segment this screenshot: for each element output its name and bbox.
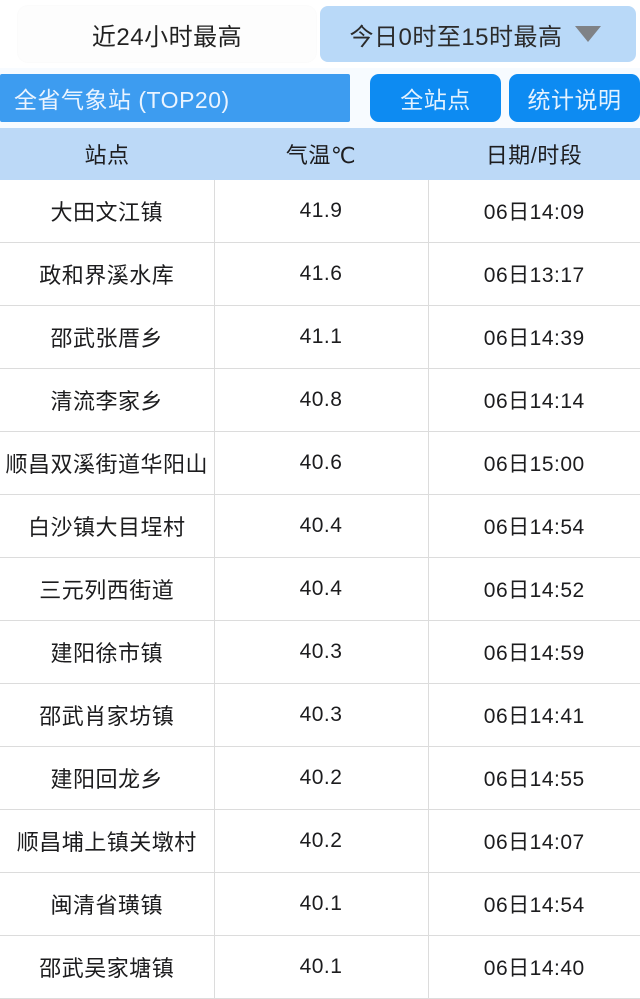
cell-datetime: 06日14:55: [428, 746, 640, 810]
cell-temperature: 41.6: [214, 242, 429, 306]
cell-station: 建阳回龙乡: [0, 746, 215, 810]
cell-temperature: 41.1: [214, 305, 429, 369]
table-row[interactable]: 建阳回龙乡 40.2 06日14:55: [0, 746, 640, 810]
tab-today-0-to-15-label: 今日0时至15时最高: [349, 23, 563, 51]
table-row[interactable]: 建阳徐市镇 40.3 06日14:59: [0, 620, 640, 684]
table-header-row: 站点 气温℃ 日期/时段: [0, 128, 640, 180]
table-row[interactable]: 闽清省璜镇 40.1 06日14:54: [0, 872, 640, 936]
tab-last-24h[interactable]: 近24小时最高: [18, 6, 316, 62]
all-stations-button[interactable]: 全站点: [370, 74, 501, 122]
cell-datetime: 06日14:54: [428, 494, 640, 558]
cell-station: 三元列西街道: [0, 557, 215, 621]
province-stations-title[interactable]: 全省气象站 (TOP20): [0, 74, 350, 122]
cell-datetime: 06日14:40: [428, 935, 640, 999]
table-row[interactable]: 邵武张厝乡 41.1 06日14:39: [0, 305, 640, 369]
cell-datetime: 06日14:07: [428, 809, 640, 873]
table-row[interactable]: 政和界溪水库 41.6 06日13:17: [0, 242, 640, 306]
table-body: 大田文江镇 41.9 06日14:09 政和界溪水库 41.6 06日13:17 邵武张厝乡…: [0, 180, 640, 999]
cell-datetime: 06日14:09: [428, 180, 640, 243]
cell-temperature: 40.4: [214, 557, 429, 621]
chevron-down-icon[interactable]: [574, 26, 601, 42]
table-row[interactable]: 清流李家乡 40.8 06日14:14: [0, 368, 640, 432]
table-row[interactable]: 顺昌双溪街道华阳山 40.6 06日15:00: [0, 431, 640, 495]
table-header: 站点 气温℃ 日期/时段: [0, 128, 640, 180]
cell-station: 大田文江镇: [0, 180, 215, 243]
cell-temperature: 40.1: [214, 872, 429, 936]
cell-station: 政和界溪水库: [0, 242, 215, 306]
column-header-temperature: 气温℃: [214, 128, 428, 180]
tab-strip: 近24小时最高 今日0时至15时最高: [0, 0, 640, 68]
cell-temperature: 40.6: [214, 431, 429, 495]
cell-temperature: 40.2: [214, 809, 429, 873]
cell-station: 建阳徐市镇: [0, 620, 215, 684]
tab-last-24h-label: 近24小时最高: [91, 23, 243, 51]
cell-datetime: 06日14:41: [428, 683, 640, 747]
action-row: 全省气象站 (TOP20) 全站点 统计说明: [0, 68, 640, 128]
cell-datetime: 06日14:59: [428, 620, 640, 684]
cell-datetime: 06日15:00: [428, 431, 640, 495]
cell-station: 邵武肖家坊镇: [0, 683, 215, 747]
cell-datetime: 06日14:14: [428, 368, 640, 432]
province-stations-title-label: 全省气象站 (TOP20): [14, 87, 230, 113]
cell-temperature: 40.3: [214, 620, 429, 684]
column-header-station: 站点: [0, 128, 214, 180]
column-header-datetime: 日期/时段: [428, 128, 640, 180]
cell-temperature: 40.2: [214, 746, 429, 810]
cell-station: 顺昌双溪街道华阳山: [0, 431, 215, 495]
cell-temperature: 40.3: [214, 683, 429, 747]
tab-today-0-to-15[interactable]: 今日0时至15时最高: [320, 6, 636, 62]
cell-temperature: 40.1: [214, 935, 429, 999]
cell-datetime: 06日14:54: [428, 872, 640, 936]
table-row[interactable]: 顺昌埔上镇关墩村 40.2 06日14:07: [0, 809, 640, 873]
cell-station: 邵武吴家塘镇: [0, 935, 215, 999]
cell-temperature: 40.8: [214, 368, 429, 432]
top20-stations-table: 站点 气温℃ 日期/时段 大田文江镇 41.9 06日14:09 政和界溪水库 41.6…: [0, 128, 640, 999]
table-row[interactable]: 大田文江镇 41.9 06日14:09: [0, 180, 640, 243]
table-row[interactable]: 邵武肖家坊镇 40.3 06日14:41: [0, 683, 640, 747]
cell-datetime: 06日13:17: [428, 242, 640, 306]
table-row[interactable]: 三元列西街道 40.4 06日14:52: [0, 557, 640, 621]
table-row[interactable]: 邵武吴家塘镇 40.1 06日14:40: [0, 935, 640, 999]
table-row[interactable]: 白沙镇大目埕村 40.4 06日14:54: [0, 494, 640, 558]
cell-datetime: 06日14:39: [428, 305, 640, 369]
cell-datetime: 06日14:52: [428, 557, 640, 621]
stats-note-button[interactable]: 统计说明: [509, 74, 640, 122]
cell-temperature: 41.9: [214, 180, 429, 243]
cell-station: 闽清省璜镇: [0, 872, 215, 936]
cell-station: 顺昌埔上镇关墩村: [0, 809, 215, 873]
cell-station: 邵武张厝乡: [0, 305, 215, 369]
cell-temperature: 40.4: [214, 494, 429, 558]
cell-station: 清流李家乡: [0, 368, 215, 432]
cell-station: 白沙镇大目埕村: [0, 494, 215, 558]
